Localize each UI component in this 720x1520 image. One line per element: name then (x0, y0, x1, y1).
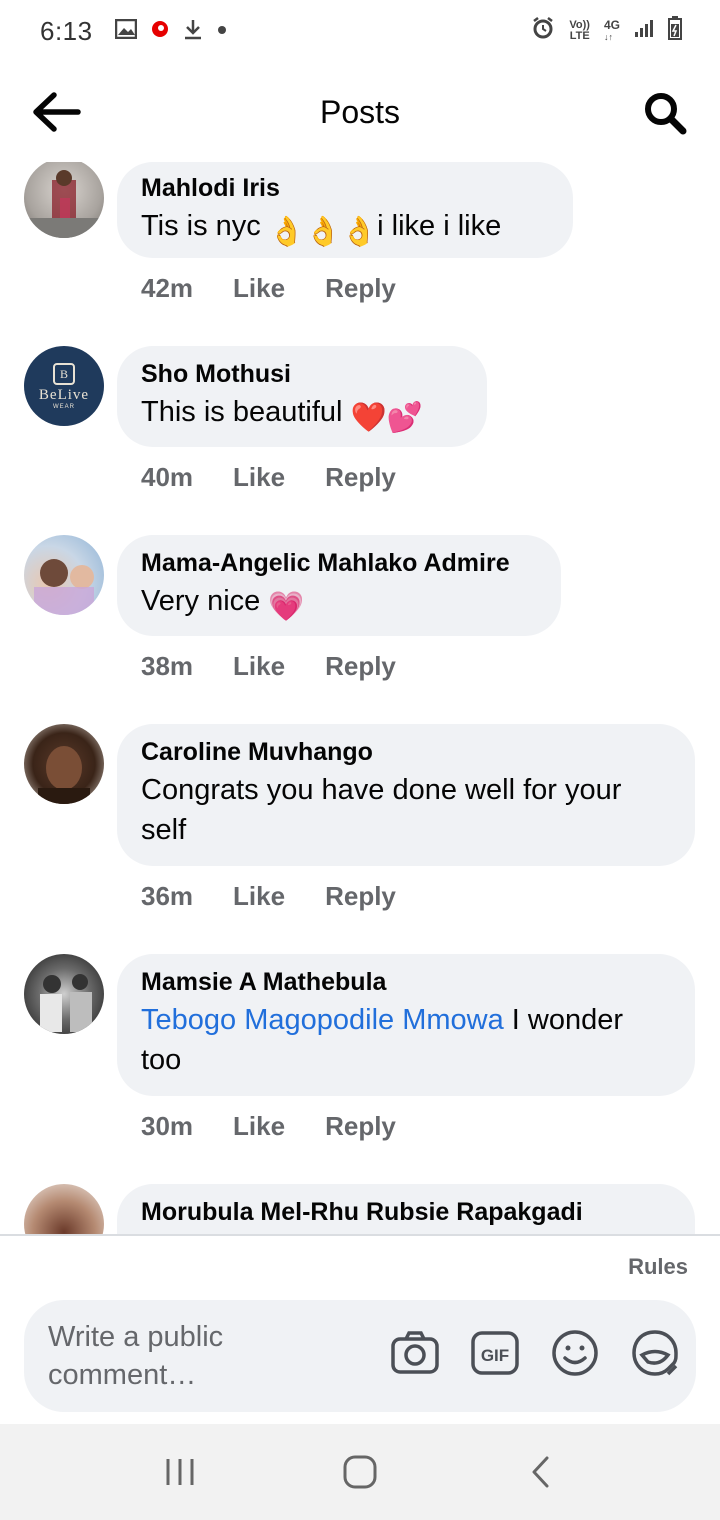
belive-logo-icon: B (53, 362, 75, 385)
status-time: 6:13 (40, 15, 93, 46)
like-button[interactable]: Like (233, 651, 285, 682)
volte-icon: Vo)) LTE (569, 18, 590, 42)
like-button[interactable]: Like (233, 273, 285, 304)
avatar[interactable] (24, 1184, 104, 1234)
avatar[interactable] (24, 954, 104, 1034)
comment-bubble[interactable]: Mama-Angelic Mahlako Admire Very nice 💗 (117, 535, 561, 636)
comment-time: 40m (141, 462, 194, 492)
comment-actions: 42m Like Reply (141, 273, 396, 304)
comment-time: 38m (141, 651, 194, 681)
ok-hand-emoji: 👌 (304, 215, 342, 248)
comment-author[interactable]: Mahlodi Iris (141, 172, 549, 206)
comment-text: This is beautiful ❤️💕 (141, 392, 463, 438)
comment-actions: 30m Like Reply (141, 1111, 396, 1142)
comment-bubble[interactable]: Morubula Mel-Rhu Rubsie Rapakgadi (117, 1184, 695, 1234)
signal-icon (634, 18, 654, 43)
gif-icon[interactable]: GIF (470, 1328, 520, 1378)
comment-actions: 40m Like Reply (141, 462, 396, 493)
svg-text:GIF: GIF (481, 1346, 509, 1365)
comment-author[interactable]: Mama-Angelic Mahlako Admire (141, 547, 537, 581)
divider (0, 1234, 720, 1236)
comment-author[interactable]: Morubula Mel-Rhu Rubsie Rapakgadi (141, 1196, 671, 1230)
home-icon[interactable] (340, 1452, 380, 1492)
back-nav-icon[interactable] (520, 1452, 560, 1492)
comment-bubble[interactable]: Mamsie A Mathebula Tebogo Magopodile Mmo… (117, 954, 695, 1096)
search-icon[interactable] (642, 90, 688, 136)
vodafone-icon (151, 19, 169, 44)
page-title: Posts (319, 93, 401, 130)
like-button[interactable]: Like (233, 1111, 285, 1142)
comment-author[interactable]: Mamsie A Mathebula (141, 966, 671, 1000)
reply-button[interactable]: Reply (325, 651, 396, 682)
gallery-icon (114, 18, 137, 44)
growing-heart-emoji: 💗 (268, 590, 305, 623)
comments-list: Mahlodi Iris Tis is nyc 👌👌👌i like i like… (0, 162, 720, 1234)
app-header: Posts (0, 62, 720, 162)
avatar[interactable]: B BeLive WEAR (24, 346, 104, 426)
comment-input[interactable]: Write a public comment… (48, 1318, 368, 1394)
comment-text: Tebogo Magopodile Mmowa I wonder too (141, 1003, 624, 1076)
rules-link[interactable]: Rules (628, 1254, 688, 1280)
red-heart-emoji: ❤️ (350, 401, 387, 434)
comment-time: 30m (141, 1111, 194, 1141)
reply-button[interactable]: Reply (325, 881, 396, 912)
comment-actions: 38m Like Reply (141, 651, 396, 682)
comment-bubble[interactable]: Sho Mothusi This is beautiful ❤️💕 (117, 346, 487, 447)
avatar[interactable] (24, 162, 104, 238)
camera-icon[interactable] (390, 1328, 440, 1378)
comment-author[interactable]: Caroline Muvhango (141, 736, 671, 770)
download-icon (183, 18, 203, 45)
comment-time: 36m (141, 881, 194, 911)
alarm-icon (531, 16, 555, 45)
system-nav-bar (0, 1424, 720, 1520)
comment-text: Tis is nyc 👌👌👌i like i like (141, 206, 549, 252)
comment-time: 42m (141, 273, 194, 303)
comment-text: Very nice 💗 (141, 581, 537, 627)
comment-text: Congrats you have done well for your sel… (141, 773, 622, 846)
status-bar: 6:13 Vo)) LTE 4G ↓↑ (0, 0, 720, 62)
avatar[interactable] (24, 724, 104, 804)
reply-button[interactable]: Reply (325, 273, 396, 304)
like-button[interactable]: Like (233, 881, 285, 912)
ok-hand-emoji: 👌 (341, 215, 378, 248)
ok-hand-emoji: 👌 (268, 215, 305, 248)
mention-link[interactable]: Tebogo Magopodile Mmowa (141, 1004, 504, 1036)
like-button[interactable]: Like (233, 462, 285, 493)
emoji-icon[interactable] (550, 1328, 600, 1378)
avatar[interactable] (24, 535, 104, 615)
comment-bubble[interactable]: Caroline Muvhango Congrats you have done… (117, 724, 695, 866)
reply-button[interactable]: Reply (325, 462, 396, 493)
recent-apps-icon[interactable] (160, 1452, 200, 1492)
network-type-icon: 4G ↓↑ (603, 17, 620, 42)
comment-author[interactable]: Sho Mothusi (141, 358, 463, 392)
comment-bubble[interactable]: Mahlodi Iris Tis is nyc 👌👌👌i like i like (117, 162, 573, 258)
battery-icon (668, 16, 682, 45)
reply-button[interactable]: Reply (325, 1111, 396, 1142)
comment-actions: 36m Like Reply (141, 881, 396, 912)
comment-composer[interactable]: Write a public comment… GIF (24, 1300, 696, 1412)
two-hearts-emoji: 💕 (386, 401, 423, 434)
back-arrow-icon[interactable] (30, 90, 82, 134)
sticker-icon[interactable] (630, 1328, 680, 1378)
notification-dot-icon (217, 22, 227, 40)
